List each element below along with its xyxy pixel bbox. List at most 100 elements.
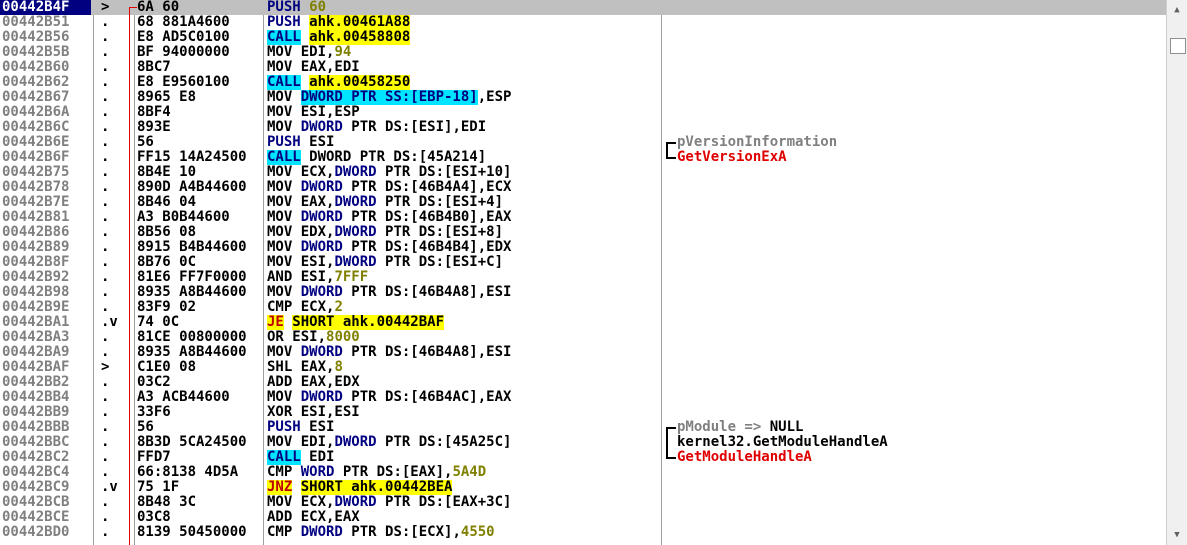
hex-dump-cell: BF 94000000 <box>137 45 230 60</box>
hex-dump-cell: 56 <box>137 135 154 150</box>
disasm-token: CALL <box>267 450 301 465</box>
address-cell: 00442BC9 <box>2 480 70 495</box>
disasm-row[interactable]: 00442B6C. 893E MOV DWORD PTR DS:[ESI],EDI <box>0 120 1166 135</box>
disasm-token: PTR DS:[46B4B4],EDX <box>342 240 512 255</box>
disasm-row[interactable]: 00442B6A. 8BF4 MOV ESI,ESP <box>0 105 1166 120</box>
disasm-token: PUSH <box>267 420 301 435</box>
disasm-row[interactable]: 00442B6E. 56 PUSH ESI pVersionInformation <box>0 135 1166 152</box>
disasm-token: MOV <box>267 90 301 105</box>
disasm-row[interactable]: 00442B89. 8915 B4B44600 MOV DWORD PTR DS:[… <box>0 240 1166 255</box>
jump-marker: . <box>101 524 110 540</box>
disassembly-cell: PUSH ESI <box>267 420 660 435</box>
hex-dump-cell: 75 1F <box>137 480 180 495</box>
address-cell: 00442B6F <box>2 150 70 165</box>
scroll-up-icon[interactable]: ▲ <box>1169 2 1185 18</box>
disasm-row[interactable]: 00442B60. 8BC7 MOV EAX,EDI <box>0 60 1166 75</box>
disasm-row[interactable]: 00442B56. E8 AD5C0100 CALL ahk.00458808 <box>0 30 1166 45</box>
disasm-row[interactable]: 00442B5B. BF 94000000 MOV EDI,94 <box>0 45 1166 60</box>
disassembly-cell: CALL DWORD PTR DS:[45A214] <box>267 150 660 165</box>
comment-cell: kernel32.GetModuleHandleA <box>677 435 1162 450</box>
disasm-row[interactable]: 00442BBB. 56 PUSH ESI pModule => NULL <box>0 420 1166 437</box>
disasm-token: CMP <box>267 525 301 540</box>
disassembly-cell: CMP DWORD PTR DS:[ECX],4550 <box>267 525 660 540</box>
jump-marker: . <box>101 149 110 165</box>
disasm-token: DWORD <box>334 435 377 450</box>
disassembly-view[interactable]: 00442B4F >6A 60 PUSH 60 00442B51. 68 881A460… <box>0 0 1187 545</box>
hex-dump-cell: 03C8 <box>137 510 171 525</box>
hex-dump-cell: 890D A4B44600 <box>137 180 247 195</box>
address-cell: 00442B98 <box>2 285 70 300</box>
disassembly-cell: MOV DWORD PTR DS:[46B4AC],EAX <box>267 390 660 405</box>
jump-marker: . <box>101 29 110 45</box>
disasm-token: PTR DS:[46B4B0],EAX <box>342 210 512 225</box>
comment-token: NULL <box>769 420 804 435</box>
disasm-row[interactable]: 00442B92. 81E6 FF7F0000 AND ESI,7FFF <box>0 270 1166 285</box>
jump-marker: .v <box>101 479 118 495</box>
disasm-row[interactable]: 00442B8F. 8B76 0C MOV ESI,DWORD PTR DS:[ES… <box>0 255 1166 270</box>
disasm-token: PTR DS:[ESI+8] <box>376 225 504 240</box>
disasm-token: PTR DS:[46B4A4],ECX <box>342 180 512 195</box>
hex-dump-cell: 6A 60 <box>137 0 180 15</box>
disasm-row[interactable]: 00442BC4. 66:8138 4D5A CMP WORD PTR DS:[EA… <box>0 465 1166 480</box>
address-cell: 00442B67 <box>2 90 70 105</box>
hex-dump-cell: 56 <box>137 420 154 435</box>
disasm-row[interactable]: 00442BAF > C1E0 08 SHL EAX,8 <box>0 360 1166 375</box>
hex-dump-cell: FFD7 <box>137 450 171 465</box>
disasm-row[interactable]: 00442BCB. 8B48 3C MOV ECX,DWORD PTR DS:[EA… <box>0 495 1166 510</box>
disasm-token: SHORT ahk.00442BAF <box>292 315 445 330</box>
disasm-row[interactable]: 00442B75. 8B4E 10 MOV ECX,DWORD PTR DS:[ES… <box>0 165 1166 180</box>
disassembly-cell: MOV EDX,DWORD PTR DS:[ESI+8] <box>267 225 660 240</box>
disasm-row[interactable]: 00442BA3. 81CE 00800000 OR ESI,8000 <box>0 330 1166 345</box>
disasm-row[interactable]: 00442BCE. 03C8 ADD ECX,EAX <box>0 510 1166 525</box>
disasm-token: 7FFF <box>334 270 369 285</box>
address-cell: 00442B8F <box>2 255 70 270</box>
disasm-row[interactable]: 00442B98. 8935 A8B44600 MOV DWORD PTR DS:[… <box>0 285 1166 300</box>
disasm-row[interactable]: 00442B6F. FF15 14A24500 CALL DWORD PTR DS:… <box>0 150 1166 165</box>
address-cell: 00442B56 <box>2 30 70 45</box>
disasm-row[interactable]: 00442B67. 8965 E8 MOV DWORD PTR SS:[EBP-18… <box>0 90 1166 105</box>
disasm-row[interactable]: 00442B81. A3 B0B44600 MOV DWORD PTR DS:[46… <box>0 210 1166 225</box>
scroll-down-icon[interactable]: ▼ <box>1169 527 1185 543</box>
call-args-bracket <box>666 150 676 159</box>
comment-token: kernel32.GetModuleHandleA <box>677 435 888 450</box>
disasm-token: CMP <box>267 465 301 480</box>
address-cell: 00442B6A <box>2 105 70 120</box>
disasm-row[interactable]: 00442B62. E8 E9560100 CALL ahk.00458250 <box>0 75 1166 90</box>
jump-marker: .v <box>101 314 118 330</box>
disasm-row[interactable]: 00442BB9. 33F6 XOR ESI,ESI <box>0 405 1166 420</box>
address-cell: 00442BC2 <box>2 450 70 465</box>
hex-dump-cell: 8139 50450000 <box>137 525 247 540</box>
disasm-row[interactable]: 00442BC2. FFD7 CALL EDI GetModuleHandleA <box>0 450 1166 465</box>
disassembly-cell: MOV ECX,DWORD PTR DS:[ESI+10] <box>267 165 660 180</box>
hex-dump-cell: E8 E9560100 <box>137 75 230 90</box>
disasm-row[interactable]: 00442BB4. A3 ACB44600 MOV DWORD PTR DS:[46… <box>0 390 1166 405</box>
address-cell: 00442B5B <box>2 45 70 60</box>
disasm-row[interactable]: 00442B9E. 83F9 02 CMP ECX,2 <box>0 300 1166 315</box>
disasm-row[interactable]: 00442BC9 .v 75 1F JNZ SHORT ahk.00442BEA <box>0 480 1166 495</box>
disasm-row[interactable]: 00442B51. 68 881A4600 PUSH ahk.00461A88 <box>0 15 1166 30</box>
disasm-row[interactable]: 00442BA1 .v 74 0C JE SHORT ahk.00442BAF <box>0 315 1166 330</box>
disasm-token: DWORD <box>300 210 343 225</box>
disasm-row[interactable]: 00442BA9. 8935 A8B44600 MOV DWORD PTR DS:[… <box>0 345 1166 360</box>
jump-marker: . <box>101 404 110 420</box>
disasm-row[interactable]: 00442B7E. 8B46 04 MOV EAX,DWORD PTR DS:[ES… <box>0 195 1166 210</box>
hex-dump-cell: 33F6 <box>137 405 171 420</box>
scroll-thumb[interactable] <box>1170 38 1186 54</box>
disasm-row[interactable]: 00442BD0. 8139 50450000 CMP DWORD PTR DS:[… <box>0 525 1166 540</box>
disasm-token: MOV <box>267 210 301 225</box>
disasm-row[interactable]: 00442BB2. 03C2 ADD EAX,EDX <box>0 375 1166 390</box>
disasm-token: MOV ESI,ESP <box>267 105 360 120</box>
disasm-row[interactable]: 00442BBC. 8B3D 5CA24500 MOV EDI,DWORD PTR … <box>0 435 1166 450</box>
disasm-row[interactable]: 00442B4F >6A 60 PUSH 60 <box>0 0 1166 15</box>
address-cell: 00442BAF <box>2 360 70 375</box>
jump-marker: . <box>101 329 110 345</box>
address-cell: 00442BCE <box>2 510 70 525</box>
disasm-token: DWORD <box>300 285 343 300</box>
disasm-row[interactable]: 00442B86. 8B56 08 MOV EDX,DWORD PTR DS:[ES… <box>0 225 1166 240</box>
disasm-row[interactable]: 00442B78. 890D A4B44600 MOV DWORD PTR DS:[… <box>0 180 1166 195</box>
vertical-scrollbar[interactable]: ▲ ▼ <box>1166 0 1187 545</box>
address-cell: 00442B86 <box>2 225 70 240</box>
disassembly-cell: OR ESI,8000 <box>267 330 660 345</box>
address-cell: 00442B6C <box>2 120 70 135</box>
disasm-token: ADD EAX,EDX <box>267 375 360 390</box>
